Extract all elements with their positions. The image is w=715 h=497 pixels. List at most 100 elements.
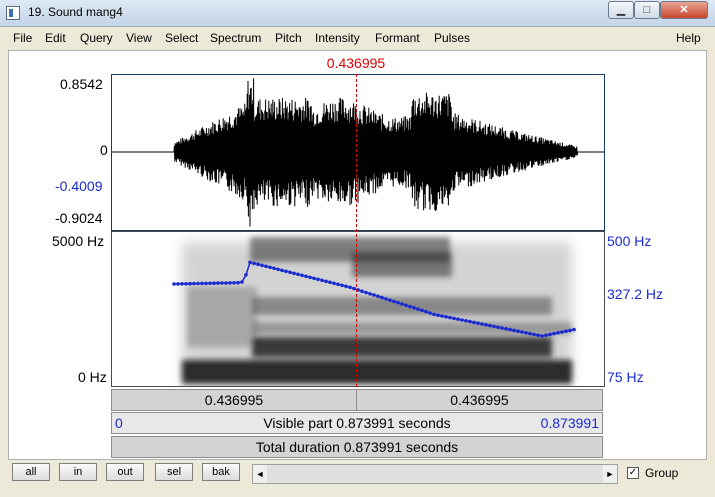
pitch-point (276, 267, 280, 272)
pitch-point (516, 329, 520, 333)
pitch-point (452, 316, 456, 321)
cursor-time-label: 0.436995 (326, 55, 386, 71)
pitch-point (412, 306, 416, 310)
pitch-point (204, 281, 208, 286)
zoom-back-button[interactable]: bak (202, 463, 240, 481)
pitch-point (460, 318, 464, 322)
close-button[interactable]: ✕ (660, 1, 708, 19)
pitch-axis-top: 500 Hz (607, 233, 652, 249)
spectrogram-freq-top: 5000 Hz (52, 233, 105, 249)
visible-part-bar[interactable]: 0 Visible part 0.873991 seconds 0.873991 (111, 412, 603, 434)
waveform-panel[interactable] (111, 74, 605, 231)
pitch-point (432, 312, 436, 317)
pitch-point (532, 332, 536, 337)
pitch-point (440, 314, 444, 318)
pitch-point (312, 276, 316, 281)
spectrogram-svg (172, 237, 576, 384)
pitch-point (508, 327, 512, 332)
pitch-point (560, 330, 564, 334)
pitch-point (180, 282, 184, 286)
scroll-right-icon[interactable]: ► (603, 465, 617, 483)
spectrogram-freq-bottom: 0 Hz (78, 369, 107, 385)
pitch-point (400, 302, 404, 306)
pitch-point (428, 311, 432, 315)
pitch-point (520, 330, 524, 334)
pitch-point (224, 281, 228, 285)
pitch-point (552, 331, 556, 336)
right-part-duration[interactable]: 0.436995 (357, 390, 602, 410)
menu-bar: File Edit Query View Select Spectrum Pit… (8, 28, 707, 48)
zoom-selection-button[interactable]: sel (155, 463, 193, 481)
pitch-point (240, 280, 244, 284)
menu-select[interactable]: Select (165, 31, 198, 45)
pitch-point (536, 333, 540, 337)
horizontal-scrollbar[interactable]: ◄ ► (252, 464, 618, 484)
pitch-point (344, 284, 348, 289)
pitch-point (564, 329, 568, 333)
pitch-point (208, 281, 212, 286)
menu-formant[interactable]: Formant (375, 31, 420, 45)
pitch-axis-bottom: 75 Hz (607, 369, 644, 385)
pitch-point (568, 328, 572, 333)
pitch-point (220, 281, 224, 285)
visible-end-time: 0.873991 (540, 415, 599, 431)
pitch-point (500, 326, 504, 330)
zoom-out-button[interactable]: out (106, 463, 144, 481)
pitch-point (540, 334, 544, 338)
pitch-point (284, 269, 288, 274)
menu-pitch[interactable]: Pitch (275, 31, 302, 45)
maximize-button[interactable]: □ (634, 1, 660, 19)
group-checkbox[interactable]: ✓ (627, 467, 639, 479)
pitch-point (256, 262, 260, 267)
waveform-svg (112, 78, 604, 227)
pitch-point (336, 282, 340, 287)
pitch-point (216, 281, 220, 285)
pitch-point (196, 281, 200, 286)
pitch-point (296, 272, 300, 277)
pitch-point (316, 277, 320, 282)
pitch-point (484, 323, 488, 327)
pitch-point (444, 315, 448, 319)
total-duration-bar[interactable]: Total duration 0.873991 seconds (111, 436, 603, 458)
pitch-point (424, 309, 428, 314)
selection-bar[interactable]: 0.436995 0.436995 (111, 389, 603, 411)
menu-file[interactable]: File (13, 31, 32, 45)
cursor-line (356, 74, 357, 387)
pitch-point (544, 333, 548, 337)
menu-view[interactable]: View (126, 31, 152, 45)
app-icon (6, 6, 20, 20)
menu-pulses[interactable]: Pulses (434, 31, 470, 45)
pitch-point (420, 308, 424, 313)
minimize-button[interactable]: ▁ (608, 1, 634, 19)
menu-intensity[interactable]: Intensity (315, 31, 360, 45)
menu-query[interactable]: Query (80, 31, 113, 45)
menu-edit[interactable]: Edit (45, 31, 66, 45)
waveform-trace (112, 78, 579, 227)
pitch-point (528, 331, 532, 336)
pitch-point (512, 328, 516, 333)
spectrogram-panel[interactable] (111, 231, 605, 387)
all-button[interactable]: all (12, 463, 50, 481)
menu-help[interactable]: Help (676, 31, 701, 45)
scroll-left-icon[interactable]: ◄ (253, 465, 267, 483)
window-title: 19. Sound mang4 (28, 5, 123, 19)
pitch-point (268, 265, 272, 270)
pitch-point (360, 289, 364, 293)
waveform-y-top: 0.8542 (60, 76, 103, 92)
pitch-point (404, 303, 408, 308)
pitch-point (384, 297, 388, 301)
zoom-in-button[interactable]: in (59, 463, 97, 481)
pitch-point (288, 270, 292, 275)
pitch-point (364, 290, 368, 295)
pitch-point (480, 322, 484, 326)
pitch-point (476, 321, 480, 325)
pitch-point (264, 264, 268, 269)
waveform-y-zero: 0 (100, 142, 108, 158)
pitch-point (320, 278, 324, 283)
pitch-point (496, 325, 500, 329)
left-part-duration[interactable]: 0.436995 (112, 390, 357, 410)
pitch-point (488, 323, 492, 328)
group-label: Group (645, 466, 679, 480)
pitch-point (244, 273, 248, 277)
menu-spectrum[interactable]: Spectrum (210, 31, 261, 45)
